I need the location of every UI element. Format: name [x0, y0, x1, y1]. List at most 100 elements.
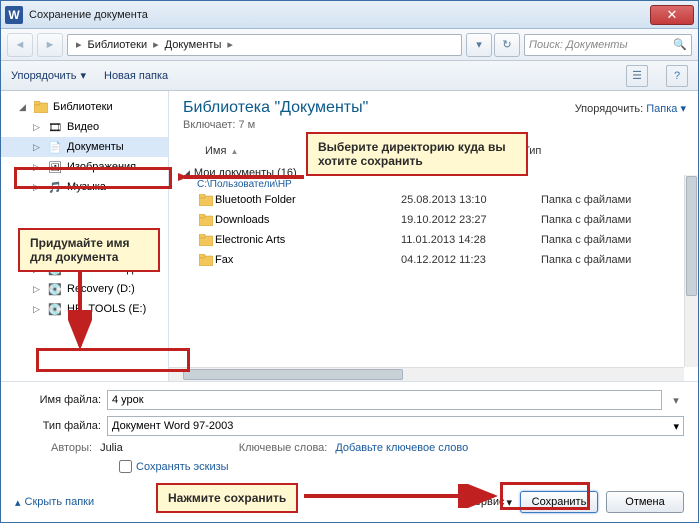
horizontal-scrollbar[interactable] — [169, 367, 684, 381]
organize-button[interactable]: Упорядочить▾ — [11, 69, 86, 82]
folder-icon — [197, 234, 215, 246]
help-button[interactable]: ? — [666, 65, 688, 87]
callout-directory: Выберите директорию куда вы хотите сохра… — [306, 132, 528, 176]
expand-icon: ▷ — [33, 304, 43, 315]
tree-hp-tools[interactable]: ▷💽HP_TOOLS (E:) — [1, 299, 168, 319]
sort-by-link[interactable]: Папка ▾ — [646, 103, 686, 115]
table-row[interactable]: Electronic Arts11.01.2013 14:28Папка с ф… — [197, 230, 686, 250]
expand-icon: ▷ — [33, 182, 43, 193]
chevron-right-icon: ▸ — [153, 38, 159, 51]
nav-back-button[interactable]: ◄ — [7, 33, 33, 57]
filename-label: Имя файла: — [15, 394, 101, 406]
expand-icon: ▷ — [33, 284, 43, 295]
table-row[interactable]: Downloads19.10.2012 23:27Папка с файлами — [197, 210, 686, 230]
filename-section: Имя файла: ▾ Тип файла: Документ Word 97… — [1, 381, 698, 485]
chevron-up-icon: ▴ — [15, 496, 21, 509]
row-type: Папка с файлами — [541, 254, 631, 266]
address-bar[interactable]: ▸ Библиотеки ▸ Документы ▸ — [67, 34, 462, 56]
chevron-right-icon: ▸ — [227, 38, 233, 51]
expand-icon: ▷ — [33, 142, 43, 153]
row-date: 11.01.2013 14:28 — [401, 234, 541, 246]
callout-save: Нажмите сохранить — [156, 483, 298, 513]
breadcrumb-documents[interactable]: Документы — [163, 39, 224, 51]
view-options-button[interactable]: ☰ — [626, 65, 648, 87]
dropdown-icon[interactable]: ▾ — [668, 394, 684, 407]
chevron-down-icon: ▾ — [673, 420, 679, 433]
chevron-down-icon: ▾ — [506, 496, 512, 509]
row-name: Electronic Arts — [215, 234, 401, 246]
cancel-button[interactable]: Отмена — [606, 491, 684, 513]
navbar: ◄ ► ▸ Библиотеки ▸ Документы ▸ ▾ ↻ Поиск… — [1, 29, 698, 61]
row-type: Папка с файлами — [541, 234, 631, 246]
folder-icon — [197, 254, 215, 266]
table-row[interactable]: Bluetooth Folder25.08.2013 13:10Папка с … — [197, 190, 686, 210]
images-icon: 🖼 — [47, 160, 63, 174]
search-input[interactable]: Поиск: Документы 🔍 — [524, 34, 692, 56]
keywords-value[interactable]: Добавьте ключевое слово — [335, 442, 468, 454]
toolbar: Упорядочить▾ Новая папка ☰ ? — [1, 61, 698, 91]
row-type: Папка с файлами — [541, 194, 631, 206]
filetype-label: Тип файла: — [15, 420, 101, 432]
keywords-label: Ключевые слова: — [239, 442, 328, 454]
nav-forward-button[interactable]: ► — [37, 33, 63, 57]
chevron-down-icon: ▾ — [80, 69, 86, 82]
col-type[interactable]: Тип — [523, 145, 686, 157]
new-folder-button[interactable]: Новая папка — [104, 70, 168, 82]
file-group: ◢Мои документы (16) C:\Пользователи\HP B… — [183, 167, 686, 270]
expand-icon: ◢ — [19, 102, 29, 113]
filename-input[interactable] — [107, 390, 662, 410]
library-includes: Включает: 7 м — [183, 119, 686, 131]
save-button[interactable]: Сохранить — [520, 491, 598, 513]
document-icon: 📄 — [47, 140, 63, 154]
hide-folders-button[interactable]: ▴Скрыть папки — [15, 496, 94, 509]
tree-video[interactable]: ▷🎞Видео — [1, 117, 168, 137]
drive-icon: 💽 — [47, 282, 63, 296]
folder-icon — [197, 194, 215, 206]
tools-button[interactable]: Сервис ▾ — [467, 496, 512, 509]
bottom-bar: ▴Скрыть папки Сервис ▾ Сохранить Отмена — [1, 485, 698, 523]
drive-icon: 💽 — [47, 302, 63, 316]
vertical-scrollbar[interactable] — [684, 175, 698, 367]
music-icon: 🎵 — [47, 180, 63, 194]
chevron-right-icon: ▸ — [76, 38, 82, 51]
tree-images[interactable]: ▷🖼Изображения — [1, 157, 168, 177]
titlebar: W Сохранение документа ✕ — [1, 1, 698, 29]
row-date: 25.08.2013 13:10 — [401, 194, 541, 206]
authors-label: Авторы: — [51, 442, 92, 454]
callout-filename: Придумайте имя для документа — [18, 228, 160, 272]
sort-asc-icon: ▲ — [230, 147, 238, 156]
collapse-icon: ◢ — [183, 168, 190, 179]
libraries-icon — [33, 100, 49, 114]
row-date: 04.12.2012 11:23 — [401, 254, 541, 266]
search-placeholder: Поиск: Документы — [529, 39, 628, 51]
library-title: Библиотека "Документы" — [183, 99, 368, 117]
close-button[interactable]: ✕ — [650, 5, 694, 25]
row-type: Папка с файлами — [541, 214, 631, 226]
save-thumbnail-label: Сохранять эскизы — [136, 461, 229, 473]
row-name: Fax — [215, 254, 401, 266]
row-name: Bluetooth Folder — [215, 194, 401, 206]
sort-control: Упорядочить: Папка ▾ — [575, 102, 686, 115]
save-thumbnail-checkbox[interactable] — [119, 460, 132, 473]
table-row[interactable]: Fax04.12.2012 11:23Папка с файлами — [197, 250, 686, 270]
expand-icon: ▷ — [33, 162, 43, 173]
filetype-combo[interactable]: Документ Word 97-2003▾ — [107, 416, 684, 436]
scrollbar-thumb[interactable] — [686, 176, 697, 296]
tree-libraries[interactable]: ◢Библиотеки — [1, 97, 168, 117]
group-path[interactable]: C:\Пользователи\HP — [197, 179, 686, 190]
row-date: 19.10.2012 23:27 — [401, 214, 541, 226]
video-icon: 🎞 — [47, 120, 63, 134]
window-title: Сохранение документа — [29, 9, 650, 21]
tree-recovery[interactable]: ▷💽Recovery (D:) — [1, 279, 168, 299]
address-dropdown-button[interactable]: ▾ — [466, 33, 492, 57]
scrollbar-thumb[interactable] — [183, 369, 403, 380]
word-app-icon: W — [5, 6, 23, 24]
folder-icon — [197, 214, 215, 226]
tree-music[interactable]: ▷🎵Музыка — [1, 177, 168, 197]
row-name: Downloads — [215, 214, 401, 226]
breadcrumb-libraries[interactable]: Библиотеки — [86, 39, 150, 51]
tree-documents[interactable]: ▷📄Документы — [1, 137, 168, 157]
expand-icon: ▷ — [33, 122, 43, 133]
authors-value[interactable]: Julia — [100, 442, 123, 454]
refresh-button[interactable]: ↻ — [494, 33, 520, 57]
